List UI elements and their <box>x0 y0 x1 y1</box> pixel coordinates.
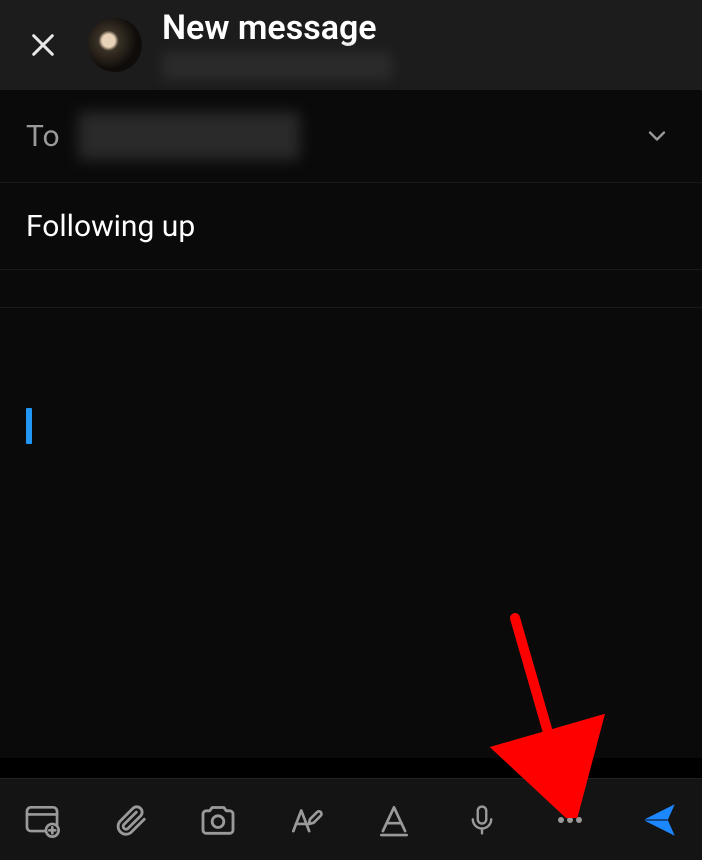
chevron-down-icon <box>643 122 671 150</box>
more-button[interactable] <box>550 797 590 843</box>
mic-icon <box>465 803 499 837</box>
close-icon <box>27 29 59 61</box>
compose-header: New message <box>0 0 702 90</box>
subject-row[interactable]: Following up <box>0 183 702 270</box>
to-recipient-redacted <box>78 112 300 160</box>
close-button[interactable] <box>18 20 68 70</box>
camera-button[interactable] <box>198 797 238 843</box>
text-cursor <box>26 408 32 444</box>
options-row[interactable] <box>0 270 702 308</box>
camera-icon <box>198 800 238 840</box>
availability-button[interactable] <box>22 797 62 843</box>
to-label: To <box>26 119 60 154</box>
title-column: New message <box>162 10 392 79</box>
draw-button[interactable] <box>374 797 414 843</box>
message-body[interactable] <box>0 308 702 758</box>
browser-icon <box>23 801 61 839</box>
more-icon <box>552 802 588 838</box>
attach-button[interactable] <box>110 797 150 843</box>
rich-text-button[interactable] <box>286 797 326 843</box>
send-button[interactable] <box>638 797 680 843</box>
mic-button[interactable] <box>462 797 502 843</box>
compose-toolbar <box>0 778 702 860</box>
avatar[interactable] <box>88 18 142 72</box>
page-title: New message <box>162 10 392 47</box>
to-row[interactable]: To <box>0 90 702 183</box>
from-email-redacted <box>162 52 392 80</box>
subject-input[interactable]: Following up <box>26 209 676 244</box>
format-a-icon <box>375 801 413 839</box>
expand-recipients-button[interactable] <box>638 117 676 155</box>
send-icon <box>638 799 680 841</box>
pencil-a-icon <box>287 801 325 839</box>
paperclip-icon <box>111 801 149 839</box>
